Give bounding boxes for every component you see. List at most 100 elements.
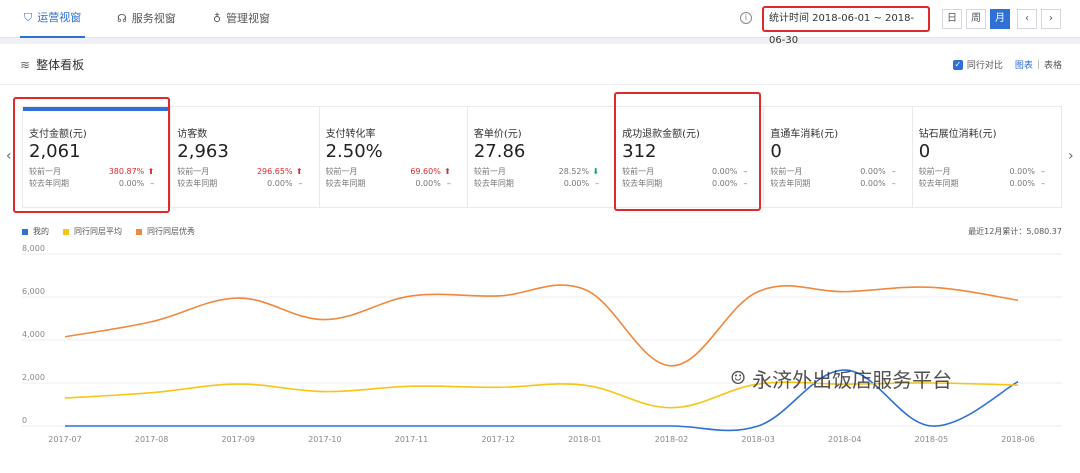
x-tick-label: 2017-09 — [222, 435, 255, 444]
x-tick-label: 2017-12 — [481, 435, 514, 444]
compare-yoy-row: 较去年同期 0.00% – — [29, 178, 170, 190]
metric-card[interactable]: 访客数 2,963 较前一月 296.65% ⬆ 较去年同期 0.00% – — [171, 107, 320, 207]
legend-item-excellent[interactable]: 同行同层优秀 — [136, 226, 195, 237]
compare-mom-label: 较前一月 — [29, 167, 61, 176]
compare-yoy-row: 较去年同期 0.00% – — [177, 178, 318, 190]
compare-yoy-value: 0.00% — [860, 179, 886, 188]
compare-label: 同行对比 — [966, 61, 1003, 71]
x-tick-label: 2018-04 — [828, 435, 861, 444]
compare-mom-label: 较前一月 — [325, 167, 358, 176]
compare-mom-row: 较前一月 0.00% – — [622, 166, 763, 178]
overview-panel: ≋ 整体看板 ✓ 同行对比 图表 | 表格 ‹ › 支付金额(元) 2,061 较前… — [0, 44, 1080, 473]
compare-mom-value: 296.65% — [256, 167, 293, 176]
date-range-display[interactable]: 统计时间 2018-06-01 ~ 2018-06-30 — [762, 6, 930, 46]
period-month-button[interactable]: 月 — [990, 9, 1010, 29]
metric-label: 访客数 — [177, 129, 208, 140]
tab-service-label: 服务视窗 — [131, 12, 176, 25]
metric-card[interactable]: 成功退款金额(元) 312 较前一月 0.00% – 较去年同期 0.00% – — [616, 107, 765, 207]
metric-card[interactable]: 钻石展位消耗(元) 0 较前一月 0.00% – 较去年同期 0.00% – — [913, 107, 1061, 207]
x-tick-label: 2017-07 — [48, 435, 81, 444]
metric-compare: 较前一月 380.87% ⬆ 较去年同期 0.00% – — [29, 166, 170, 190]
compare-yoy-label: 较去年同期 — [29, 179, 69, 188]
legend-swatch — [136, 228, 142, 235]
metric-compare: 较前一月 0.00% – 较去年同期 0.00% – — [622, 166, 763, 190]
compare-yoy-value: 0.00% — [415, 179, 441, 188]
arrow-up-icon: ⬆ — [147, 167, 155, 176]
period-week-button[interactable]: 周 — [966, 9, 986, 29]
compare-mom-label: 较前一月 — [918, 167, 951, 176]
arrow-up-icon: ⬆ — [444, 167, 451, 176]
compare-yoy-row: 较去年同期 0.00% – — [919, 178, 1061, 190]
metric-label: 支付转化率 — [325, 129, 376, 140]
compare-mom-label: 较前一月 — [622, 167, 655, 176]
compare-yoy-label: 较去年同期 — [918, 179, 959, 188]
metric-value: 0 — [918, 141, 931, 162]
metric-label: 直通车消耗(元) — [770, 129, 839, 140]
metric-compare: 较前一月 0.00% – 较去年同期 0.00% – — [919, 166, 1061, 190]
x-tick-label: 2018-05 — [915, 435, 948, 444]
tab-management[interactable]: ♁ 管理视窗 — [213, 0, 270, 38]
metric-compare: 较前一月 28.52% ⬇ 较去年同期 0.00% – — [474, 166, 615, 190]
view-chart-link[interactable]: 图表 — [1015, 58, 1033, 71]
cards-next-arrow[interactable]: › — [1068, 148, 1074, 164]
chart-legend: 我的 同行同层平均 同行同层优秀 — [22, 226, 195, 237]
legend-item-average[interactable]: 同行同层平均 — [63, 226, 122, 237]
tab-management-label: 管理视窗 — [226, 12, 271, 25]
compare-yoy-row: 较去年同期 0.00% – — [474, 178, 615, 190]
compare-mom-row: 较前一月 0.00% – — [919, 166, 1061, 178]
compare-mom-row: 较前一月 0.00% – — [770, 166, 911, 178]
metric-cards: 支付金额(元) 2,061 较前一月 380.87% ⬆ 较去年同期 0.00% – 访客数 2,… — [22, 106, 1062, 208]
watermark: ☺ 永济外出饭店服务平台 — [730, 364, 952, 393]
metric-value: 0 — [770, 141, 782, 162]
compare-yoy-label: 较去年同期 — [770, 179, 811, 188]
view-separator: | — [1036, 59, 1040, 70]
top-nav: ⛉ 运营视窗 ☊ 服务视窗 ♁ 管理视窗 i 统计时间 2018-06-01 ~… — [0, 0, 1080, 46]
compare-mom-row: 较前一月 380.87% ⬆ — [29, 166, 170, 178]
metric-card[interactable]: 支付金额(元) 2,061 较前一月 380.87% ⬆ 较去年同期 0.00% – — [23, 107, 172, 207]
tab-service[interactable]: ☊ 服务视窗 — [117, 0, 176, 38]
compare-mom-row: 较前一月 69.60% ⬆ — [326, 166, 467, 178]
metric-card[interactable]: 支付转化率 2.50% 较前一月 69.60% ⬆ 较去年同期 0.00% – — [320, 107, 468, 207]
cards-prev-arrow[interactable]: ‹ — [6, 148, 12, 164]
legend-item-mine[interactable]: 我的 — [22, 226, 49, 237]
dash-icon: – — [891, 167, 896, 176]
y-tick-label: 6,000 — [22, 287, 45, 296]
metric-label: 支付金额(元) — [29, 129, 87, 140]
medal-icon: ♁ — [213, 12, 222, 25]
compare-mom-value: 0.00% — [711, 167, 738, 176]
x-tick-label: 2018-01 — [568, 435, 601, 444]
x-tick-label: 2017-08 — [135, 435, 168, 444]
compare-mom-value: 0.00% — [860, 167, 886, 176]
compare-yoy-value: 0.00% — [711, 179, 738, 188]
x-tick-label: 2018-03 — [741, 435, 774, 444]
legend-label: 同行同层平均 — [74, 227, 122, 236]
metric-card[interactable]: 直通车消耗(元) 0 较前一月 0.00% – 较去年同期 0.00% – — [764, 107, 913, 207]
x-tick-label: 2018-02 — [655, 435, 688, 444]
prev-period-button[interactable]: ‹ — [1017, 9, 1037, 29]
watermark-text: 永济外出饭店服务平台 — [752, 368, 953, 392]
metric-label: 钻石展位消耗(元) — [918, 129, 997, 140]
info-icon[interactable]: i — [740, 12, 752, 24]
compare-yoy-label: 较去年同期 — [622, 179, 663, 188]
view-table-link[interactable]: 表格 — [1044, 58, 1062, 71]
active-card-bar — [23, 107, 171, 111]
tab-operations[interactable]: ⛉ 运营视窗 — [20, 0, 86, 38]
x-tick-label: 2018-06 — [1001, 435, 1034, 444]
metric-compare: 较前一月 296.65% ⬆ 较去年同期 0.00% – — [177, 166, 318, 190]
section-header: ≋ 整体看板 — [20, 56, 84, 73]
section-controls: ✓ 同行对比 图表 | 表格 — [952, 58, 1062, 71]
legend-swatch — [63, 228, 69, 235]
y-tick-label: 4,000 — [22, 330, 45, 339]
compare-yoy-row: 较去年同期 0.00% – — [770, 178, 911, 190]
section-divider — [0, 84, 1080, 85]
compare-checkbox[interactable]: ✓ — [952, 59, 963, 70]
compare-mom-value: 380.87% — [108, 167, 145, 176]
period-day-button[interactable]: 日 — [942, 9, 962, 29]
dash-icon: – — [743, 179, 748, 188]
x-tick-label: 2017-10 — [308, 435, 341, 444]
metric-card[interactable]: 客单价(元) 27.86 较前一月 28.52% ⬇ 较去年同期 0.00% – — [468, 107, 617, 207]
x-tick-label: 2017-11 — [395, 435, 428, 444]
compare-yoy-value: 0.00% — [267, 179, 293, 188]
next-period-button[interactable]: › — [1041, 9, 1061, 29]
headset-icon: ☊ — [117, 12, 127, 25]
